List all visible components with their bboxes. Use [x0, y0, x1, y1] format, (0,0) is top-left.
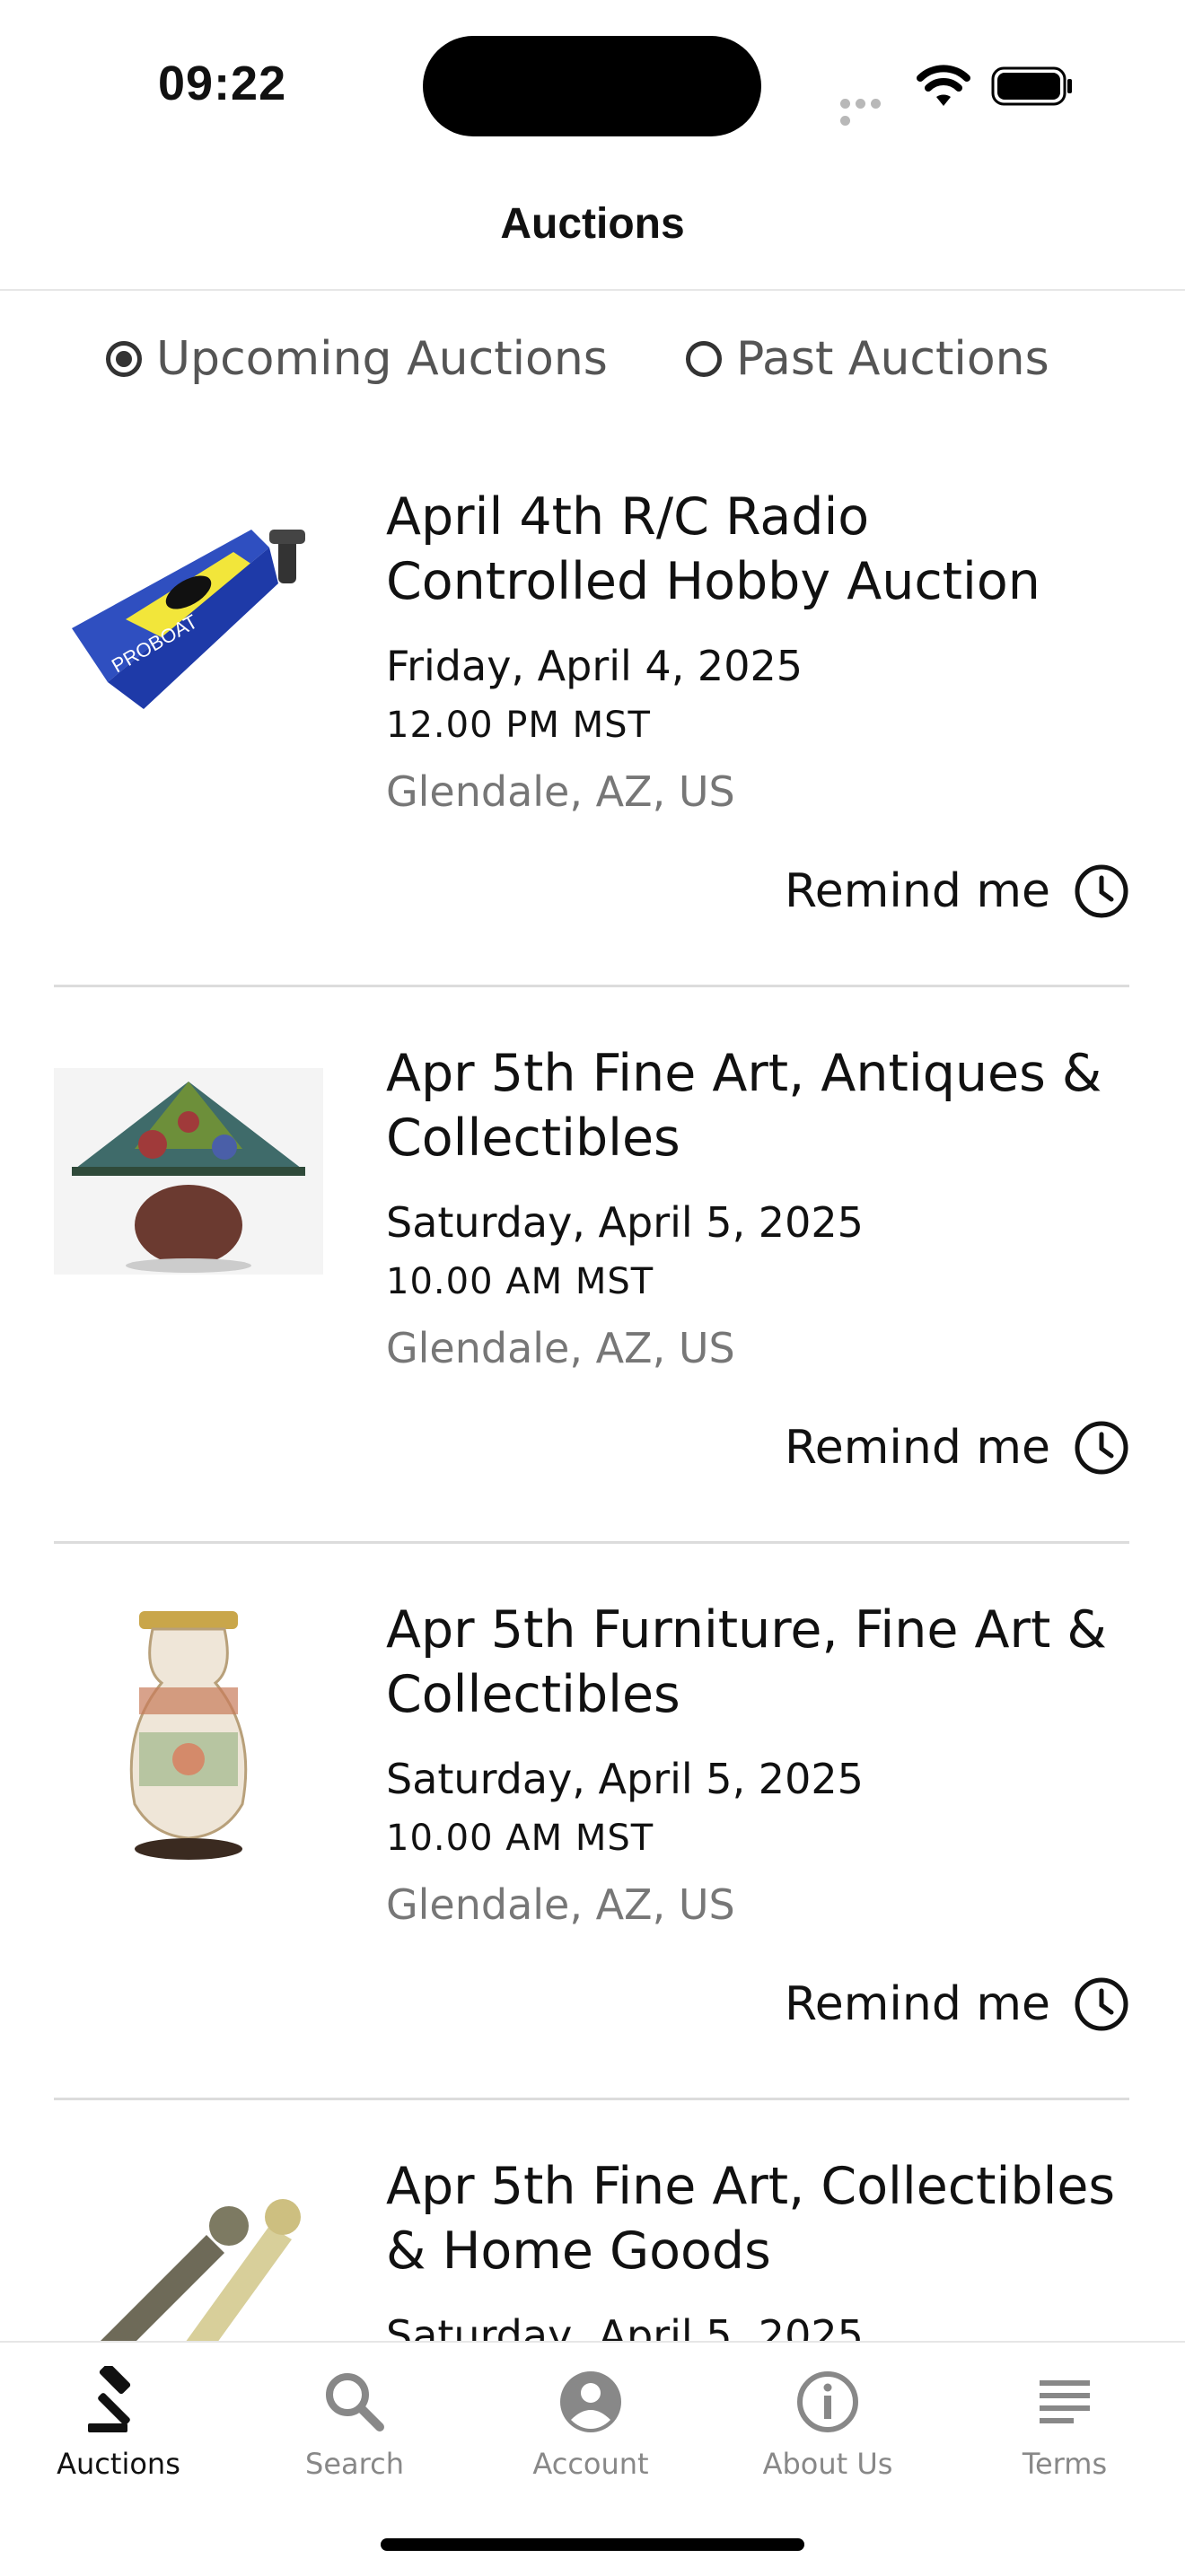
tab-label: Search [305, 2447, 404, 2481]
auction-date: Saturday, April 5, 2025 [386, 1198, 864, 1247]
radio-label: Upcoming Auctions [156, 332, 608, 386]
remind-me-label: Remind me [784, 864, 1050, 918]
clock-icon [1075, 1977, 1128, 2031]
battery-icon [991, 66, 1072, 106]
tab-search[interactable]: Search [265, 2366, 444, 2481]
stained-glass-lamp-image [54, 1068, 323, 1275]
auction-location: Glendale, AZ, US [386, 1324, 735, 1372]
remind-me-button[interactable]: Remind me [785, 1420, 1129, 1476]
search-icon [326, 2373, 384, 2431]
tab-label: Terms [1022, 2447, 1108, 2481]
auction-time: 12.00 PM MST [386, 705, 651, 746]
auction-card[interactable]: Apr 5th Furniture, Fine Art & Collectibl… [54, 1598, 1129, 2100]
tab-label: Account [532, 2447, 649, 2481]
remind-me-label: Remind me [784, 1977, 1050, 2031]
status-bar: 09:22 [0, 0, 1185, 171]
auction-date: Saturday, April 5, 2025 [386, 2311, 864, 2341]
auction-title: Apr 5th Furniture, Fine Art & Collectibl… [386, 1600, 1107, 1724]
auction-date: Friday, April 4, 2025 [386, 642, 803, 690]
tab-label: Auctions [57, 2447, 180, 2481]
upcoming-auctions-radio[interactable]: Upcoming Auctions [106, 332, 608, 386]
list-divider [54, 2098, 1129, 2100]
auction-location: Glendale, AZ, US [386, 1880, 735, 1929]
info-icon [797, 2371, 858, 2432]
ritual-daggers-image [101, 2199, 301, 2341]
remind-me-button[interactable]: Remind me [785, 1976, 1129, 2032]
account-icon [560, 2371, 621, 2432]
auction-card[interactable]: Apr 5th Fine Art, Antiques & Collectible… [54, 1041, 1129, 1544]
auction-time: 10.00 AM MST [386, 1818, 654, 1859]
list-divider [54, 1541, 1129, 1544]
rc-boat-image: PROBOAT [72, 530, 305, 709]
gavel-icon [88, 2366, 131, 2432]
auction-card[interactable]: PROBOAT April 4th R/C Radio Controlled H… [54, 485, 1129, 987]
auction-filter: Upcoming Auctions Past Auctions [0, 332, 1185, 395]
header-divider [0, 289, 1185, 291]
clock-icon [1075, 1421, 1128, 1475]
auction-title: Apr 5th Fine Art, Antiques & Collectible… [386, 1044, 1102, 1168]
radio-unselected-icon [686, 341, 722, 377]
tab-label: About Us [762, 2447, 893, 2481]
cellular-signal-icon [840, 95, 900, 126]
auction-location: Glendale, AZ, US [386, 767, 735, 816]
auction-time: 10.00 AM MST [386, 1261, 654, 1302]
tab-account[interactable]: Account [501, 2366, 680, 2481]
home-indicator [381, 2538, 804, 2551]
radio-label: Past Auctions [736, 332, 1049, 386]
radio-selected-icon [106, 341, 142, 377]
tab-terms[interactable]: Terms [975, 2366, 1154, 2481]
past-auctions-radio[interactable]: Past Auctions [686, 332, 1049, 386]
dynamic-island [423, 36, 761, 136]
clock-icon [1075, 864, 1128, 918]
auction-date: Saturday, April 5, 2025 [386, 1755, 864, 1803]
wifi-icon [917, 65, 970, 106]
auction-card[interactable]: Apr 5th Fine Art, Collectibles & Home Go… [54, 2154, 1129, 2341]
status-time: 09:22 [158, 57, 287, 110]
auction-title: April 4th R/C Radio Controlled Hobby Auc… [386, 487, 1040, 611]
list-divider [54, 985, 1129, 987]
tab-auctions[interactable]: Auctions [29, 2366, 208, 2481]
page-title: Auctions [500, 200, 685, 248]
auction-title: Apr 5th Fine Art, Collectibles & Home Go… [386, 2157, 1116, 2281]
tab-about-us[interactable]: About Us [738, 2366, 917, 2481]
remind-me-label: Remind me [784, 1421, 1050, 1475]
remind-me-button[interactable]: Remind me [785, 863, 1129, 919]
terms-icon [1040, 2380, 1090, 2423]
porcelain-vase-image [129, 1611, 248, 1860]
